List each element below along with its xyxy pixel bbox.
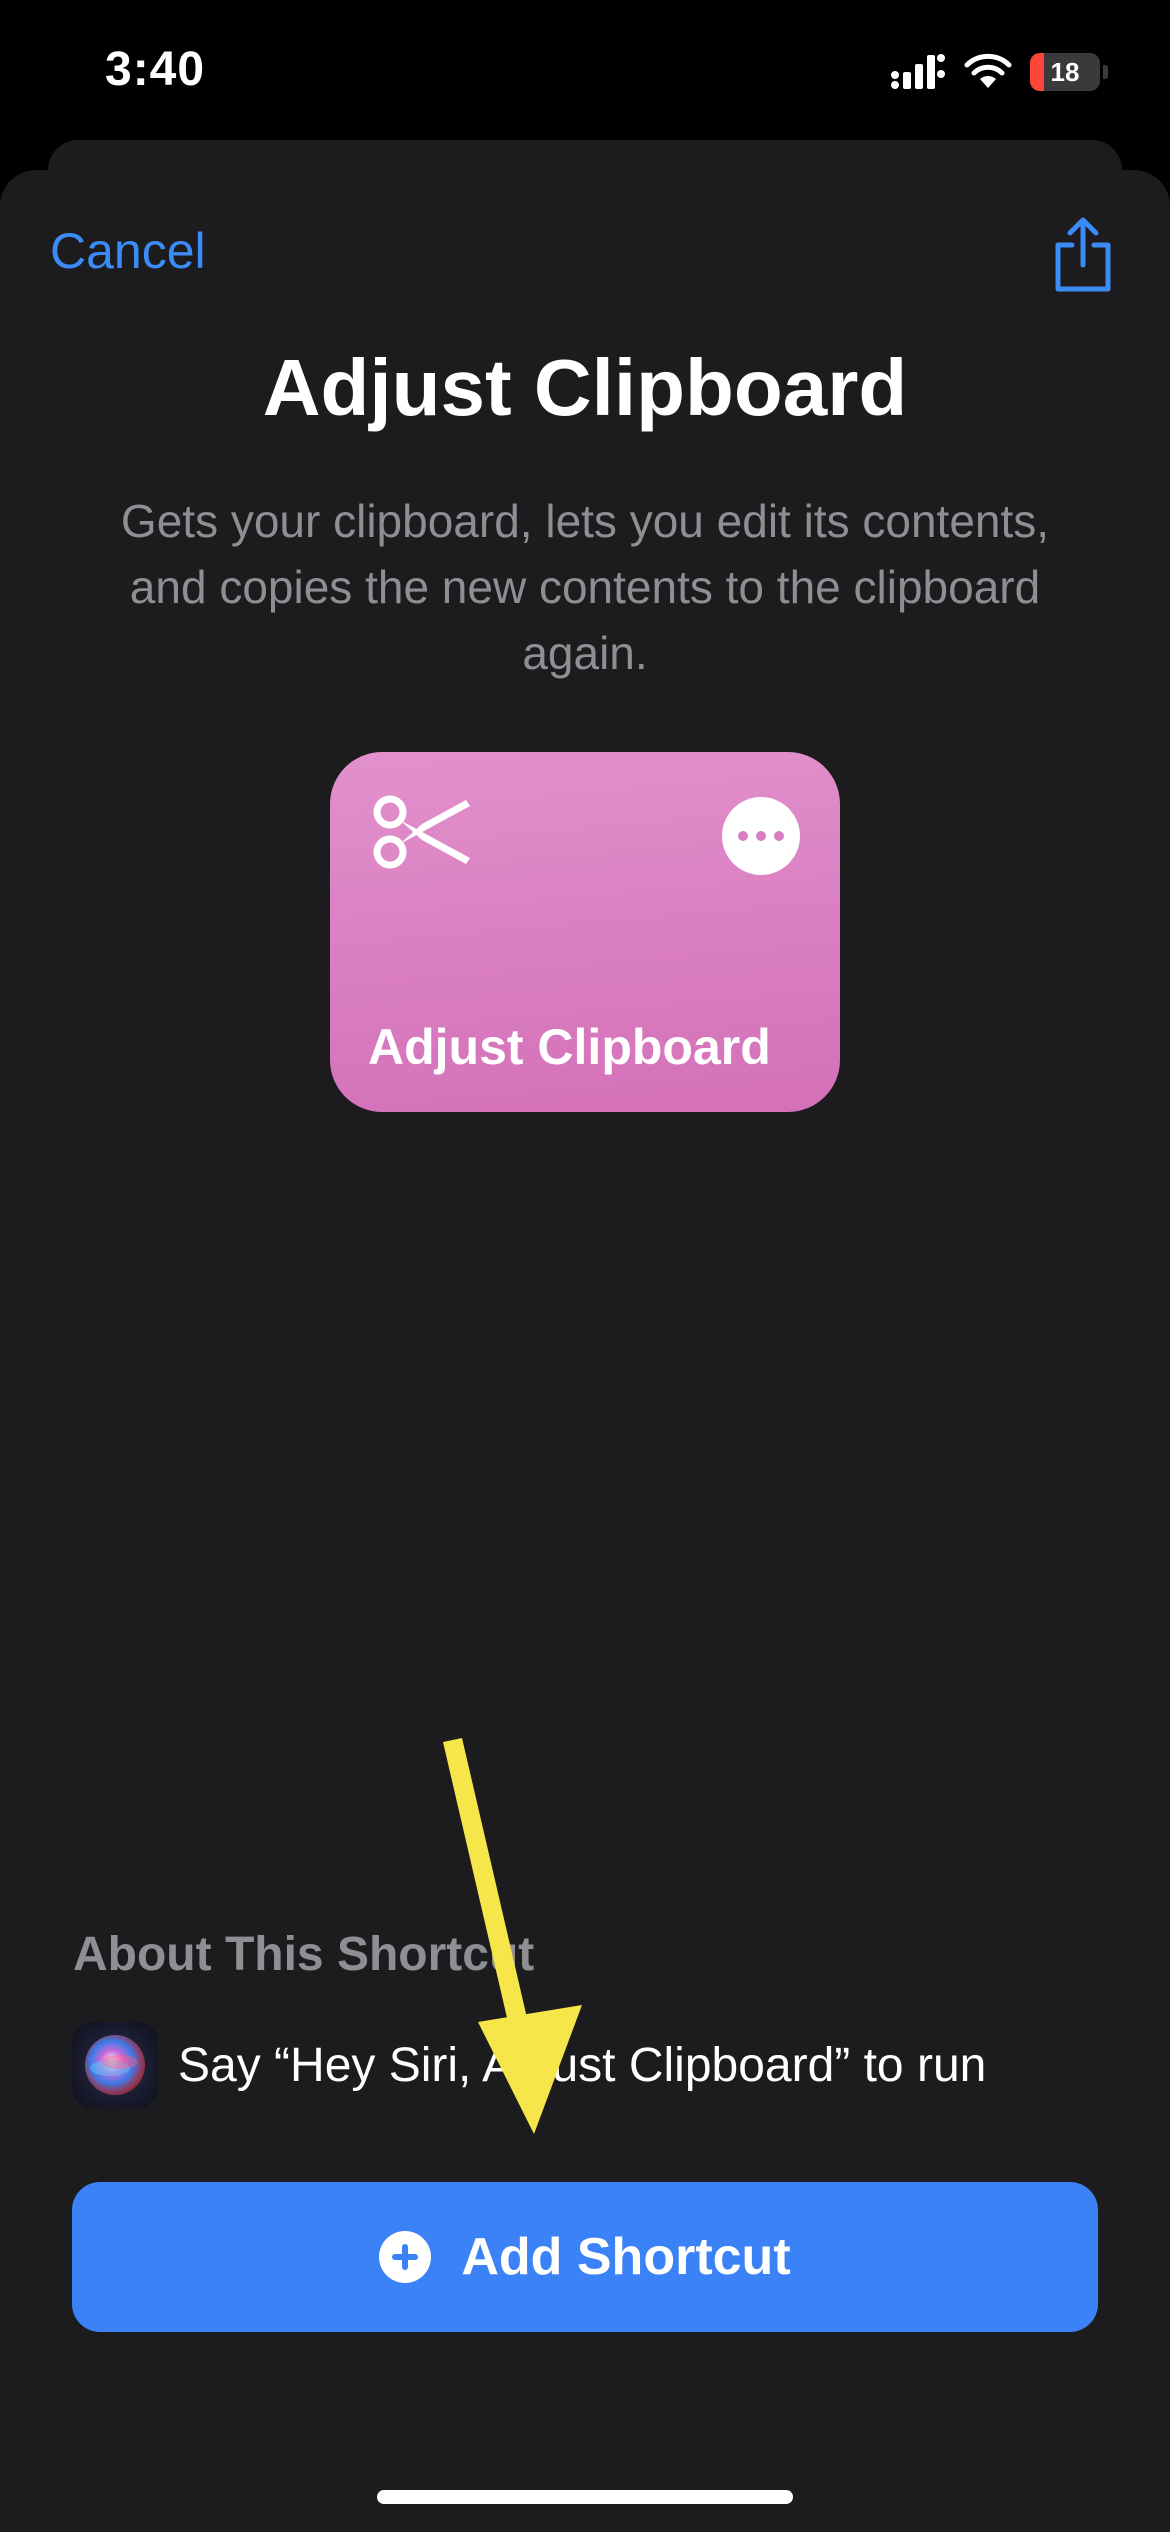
share-icon xyxy=(1055,217,1111,292)
shortcut-card[interactable]: Adjust Clipboard xyxy=(330,752,840,1112)
scissors-icon xyxy=(373,795,470,869)
wifi-icon xyxy=(964,53,1012,88)
shortcut-title: Adjust Clipboard xyxy=(262,343,908,432)
more-button[interactable] xyxy=(722,797,800,875)
battery-cap xyxy=(1103,65,1108,79)
battery-level: 18 xyxy=(1050,56,1080,87)
status-time: 3:40 xyxy=(105,43,206,96)
siri-row: Say “Hey Siri, Adjust Clipboard” to run xyxy=(72,2022,1132,2108)
add-shortcut-label: Add Shortcut xyxy=(461,2228,791,2286)
battery-body: 18 xyxy=(1030,53,1100,91)
ellipsis-dot xyxy=(774,831,784,841)
card-label: Adjust Clipboard xyxy=(368,1019,771,1075)
home-indicator xyxy=(377,2490,793,2504)
cancel-button[interactable]: Cancel xyxy=(50,222,206,280)
signal-icon xyxy=(891,54,945,89)
share-button[interactable] xyxy=(1048,215,1118,295)
siri-phrase: Say “Hey Siri, Adjust Clipboard” to run xyxy=(178,2038,987,2092)
siri-icon xyxy=(72,2022,158,2108)
status-icons: 18 xyxy=(890,52,1108,92)
battery-fill xyxy=(1030,53,1044,91)
shortcut-description: Gets your clipboard, lets you edit its c… xyxy=(120,495,1050,679)
plus-circle-icon xyxy=(379,2231,432,2283)
battery-icon: 18 xyxy=(1030,53,1108,91)
status-bar: 3:40 18 xyxy=(0,0,1170,150)
add-shortcut-button[interactable]: Add Shortcut xyxy=(72,2182,1098,2332)
ellipsis-icon xyxy=(738,831,748,841)
ellipsis-dot xyxy=(756,831,766,841)
about-heading: About This Shortcut xyxy=(73,1928,535,1981)
